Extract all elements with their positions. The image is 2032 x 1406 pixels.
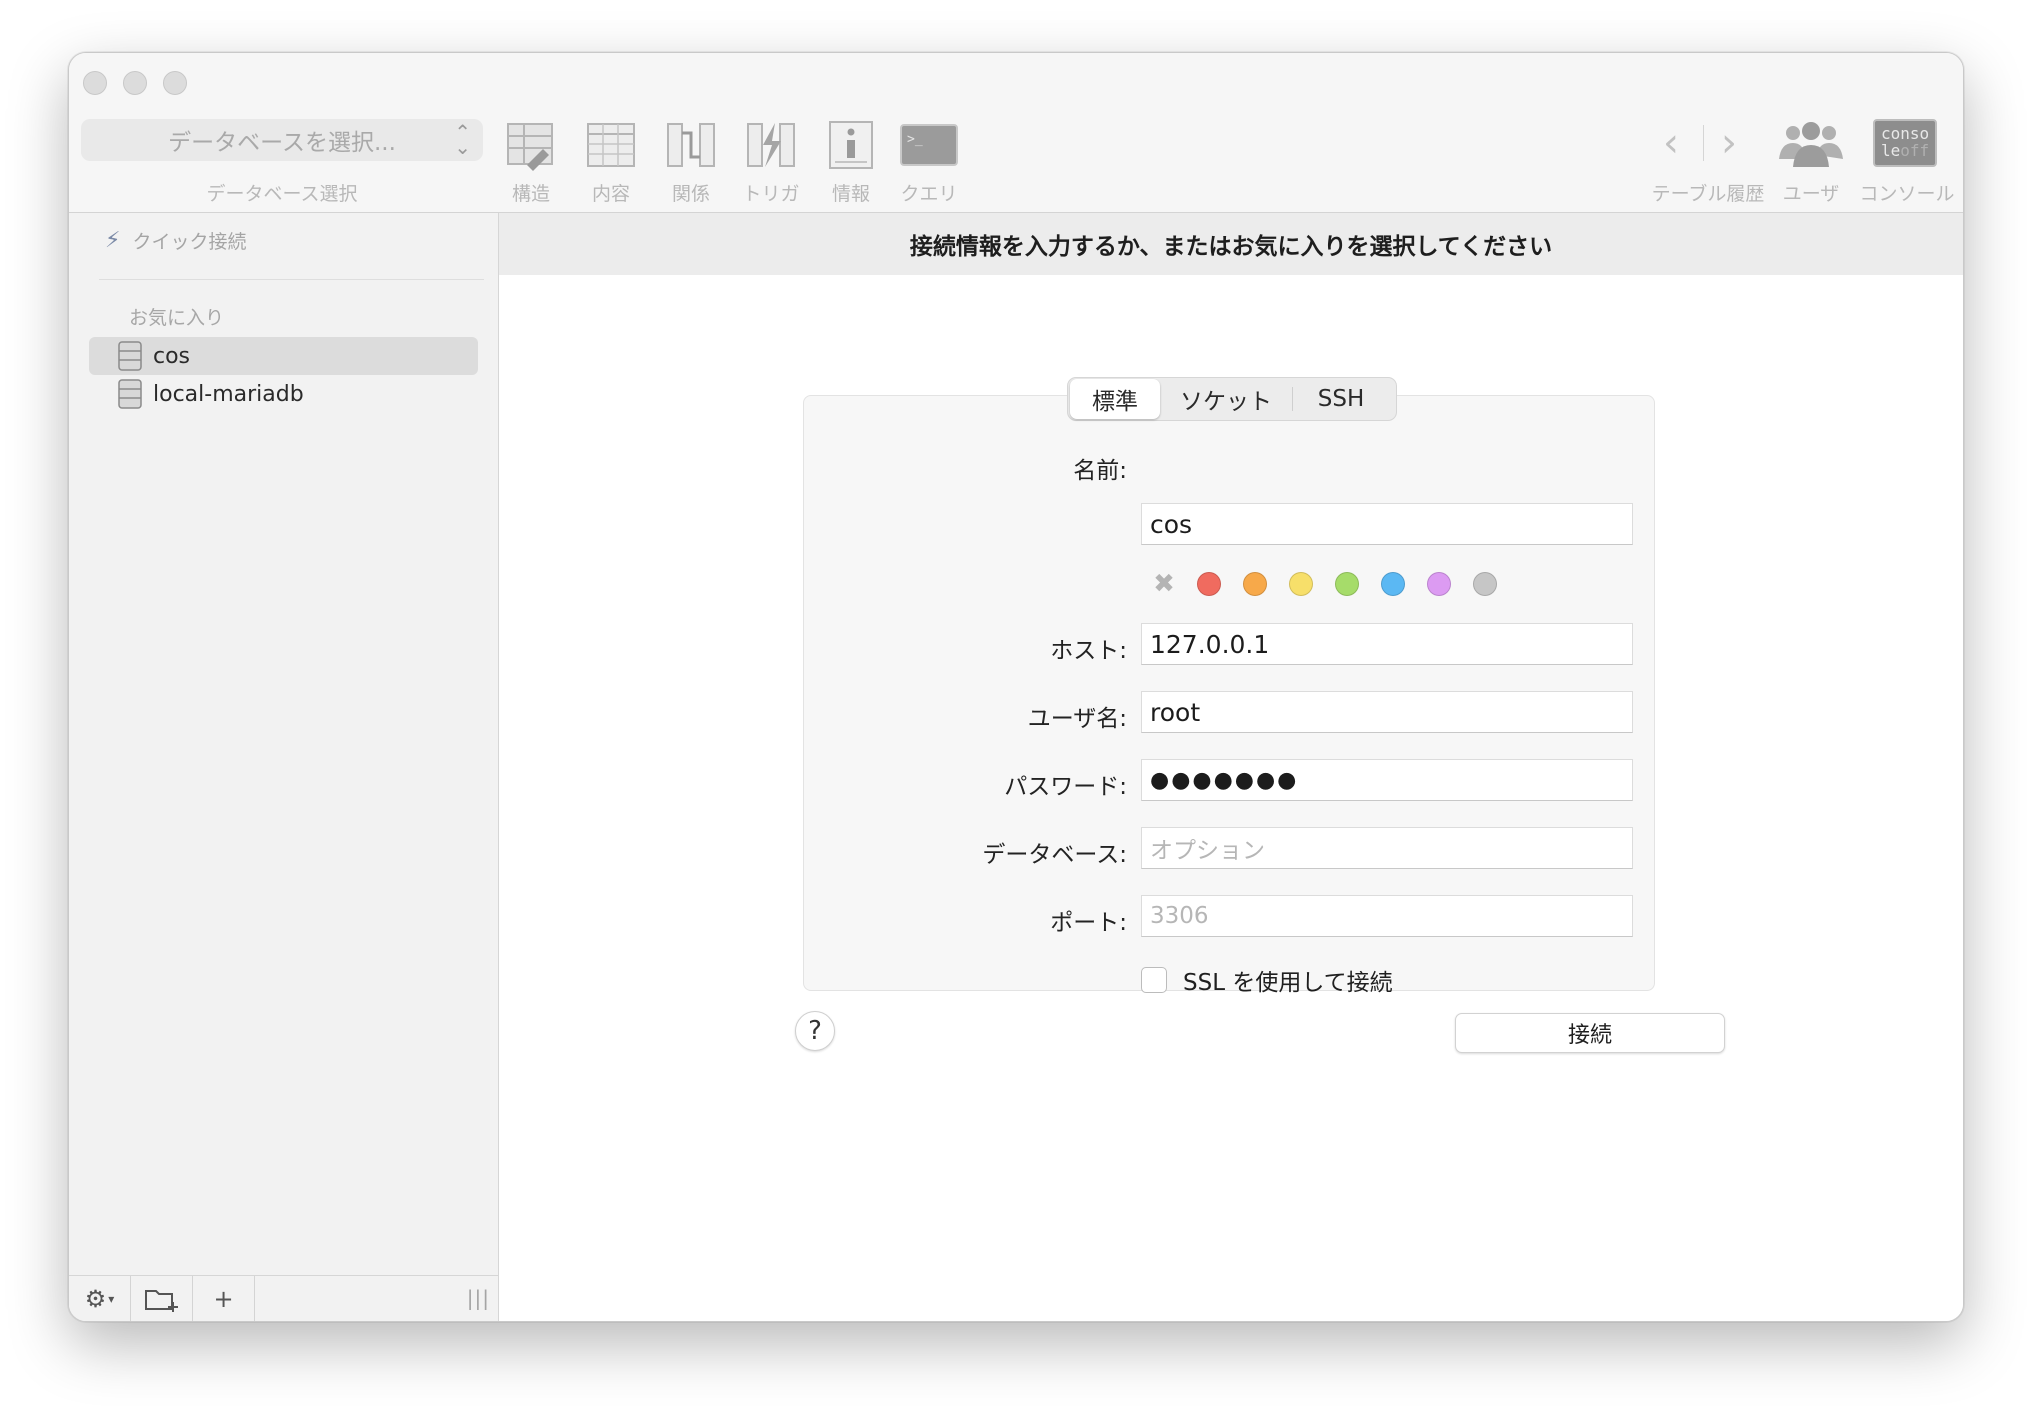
query-terminal-icon[interactable]: >_ — [899, 119, 959, 171]
dropdown-caret-icon: ▾ — [108, 1291, 115, 1306]
favorite-item-local-mariadb[interactable]: local-mariadb — [89, 375, 478, 413]
color-swatch-blue[interactable] — [1381, 572, 1405, 596]
port-label: ポート: — [1050, 910, 1127, 936]
ssl-label: SSL を使用して接続 — [1183, 970, 1393, 996]
chevron-updown-icon: ⌃ ⌄ — [454, 120, 471, 159]
sidebar: ⚡︎ クイック接続 お気に入り cos local-mariadb ⚙ ▾ + … — [69, 213, 499, 1321]
color-swatch-yellow[interactable] — [1289, 572, 1313, 596]
nav-separator — [1703, 125, 1704, 161]
database-input[interactable]: オプション — [1141, 827, 1633, 869]
help-button[interactable]: ? — [795, 1011, 835, 1051]
triggers-label: トリガ — [742, 183, 800, 205]
tab-ssh[interactable]: SSH — [1293, 379, 1389, 419]
triggers-icon[interactable] — [745, 119, 797, 171]
users-icon[interactable] — [1777, 119, 1845, 171]
password-label: パスワード: — [1004, 774, 1127, 800]
query-label: クエリ — [900, 183, 958, 205]
database-select[interactable]: データベースを選択... ⌃ ⌄ — [81, 119, 483, 161]
instruction-banner: 接続情報を入力するか、またはお気に入りを選択してください — [499, 213, 1963, 275]
port-input[interactable]: 3306 — [1141, 895, 1633, 937]
console-icon-le: le — [1881, 141, 1901, 160]
ssl-checkbox[interactable] — [1141, 967, 1167, 993]
forward-arrow-icon[interactable]: › — [1721, 119, 1737, 167]
gear-menu-button[interactable]: ⚙ ▾ — [69, 1275, 131, 1321]
app-window: データベースを選択... ⌃ ⌄ データベース選択 構造 内容 関係 トリガ 情… — [68, 52, 1964, 1322]
host-label: ホスト: — [1050, 638, 1127, 664]
structure-icon[interactable] — [505, 119, 557, 171]
sidebar-divider — [99, 279, 484, 280]
favorite-item-cos[interactable]: cos — [89, 337, 478, 375]
connect-button[interactable]: 接続 — [1455, 1013, 1725, 1053]
back-arrow-icon[interactable]: ‹ — [1663, 119, 1679, 167]
host-input[interactable]: 127.0.0.1 — [1141, 623, 1633, 665]
favorite-item-label: local-mariadb — [153, 381, 304, 407]
name-label: 名前: — [1073, 458, 1127, 484]
close-window-button[interactable] — [83, 71, 107, 95]
main-content: 接続情報を入力するか、またはお気に入りを選択してください 標準 ソケット SSH… — [499, 213, 1963, 1321]
console-icon-line1: conso — [1881, 124, 1930, 143]
console-icon-off: off — [1900, 141, 1930, 160]
quick-connect-item[interactable]: ⚡︎ クイック接続 — [105, 227, 246, 254]
svg-text:>_: >_ — [907, 132, 923, 147]
database-select-label: データベース選択 — [206, 183, 358, 205]
info-icon[interactable] — [825, 119, 877, 171]
database-select-value: データベースを選択... — [168, 130, 396, 156]
new-folder-button[interactable] — [131, 1275, 193, 1321]
toolbar: データベースを選択... ⌃ ⌄ データベース選択 構造 内容 関係 トリガ 情… — [69, 53, 1963, 213]
color-swatch-green[interactable] — [1335, 572, 1359, 596]
users-label: ユーザ — [1782, 183, 1840, 205]
bolt-icon: ⚡︎ — [105, 228, 121, 253]
content-table-icon[interactable] — [585, 119, 637, 171]
sidebar-bottom-bar: ⚙ ▾ + ||| — [69, 1275, 498, 1321]
database-icon — [118, 341, 142, 371]
content-label: 内容 — [591, 183, 630, 205]
gear-icon: ⚙ — [84, 1284, 107, 1313]
plus-icon: + — [213, 1284, 234, 1313]
database-icon — [118, 379, 142, 409]
color-swatch-red[interactable] — [1197, 572, 1221, 596]
color-swatch-gray[interactable] — [1473, 572, 1497, 596]
relations-icon[interactable] — [665, 119, 717, 171]
minimize-window-button[interactable] — [123, 71, 147, 95]
folder-plus-icon — [144, 1289, 178, 1312]
ssl-option[interactable]: SSL を使用して接続 — [1141, 963, 1393, 997]
username-label: ユーザ名: — [1027, 706, 1127, 732]
info-label: 情報 — [831, 183, 870, 205]
relations-label: 関係 — [671, 183, 710, 205]
connection-type-tabs: 標準 ソケット SSH — [1067, 377, 1397, 421]
tab-standard[interactable]: 標準 — [1070, 379, 1160, 419]
tab-socket[interactable]: ソケット — [1160, 379, 1292, 419]
favorite-item-label: cos — [153, 343, 191, 369]
database-label: データベース: — [982, 842, 1127, 868]
table-history-label: テーブル履歴 — [1651, 183, 1765, 205]
color-swatch-purple[interactable] — [1427, 572, 1451, 596]
password-input[interactable]: ●●●●●●● — [1141, 759, 1633, 801]
favorites-title: お気に入り — [129, 307, 225, 329]
console-label: コンソール — [1859, 183, 1955, 205]
console-icon[interactable]: conso leoff — [1873, 119, 1937, 167]
add-favorite-button[interactable]: + — [193, 1275, 255, 1321]
structure-label: 構造 — [511, 183, 550, 205]
sidebar-resize-grip[interactable]: ||| — [467, 1286, 490, 1310]
color-swatch-orange[interactable] — [1243, 572, 1267, 596]
name-input[interactable]: cos — [1141, 503, 1633, 545]
zoom-window-button[interactable] — [163, 71, 187, 95]
quick-connect-label: クイック接続 — [132, 231, 247, 253]
username-input[interactable]: root — [1141, 691, 1633, 733]
clear-color-icon[interactable]: ✖ — [1151, 569, 1177, 599]
color-picker: ✖ — [1151, 569, 1519, 599]
